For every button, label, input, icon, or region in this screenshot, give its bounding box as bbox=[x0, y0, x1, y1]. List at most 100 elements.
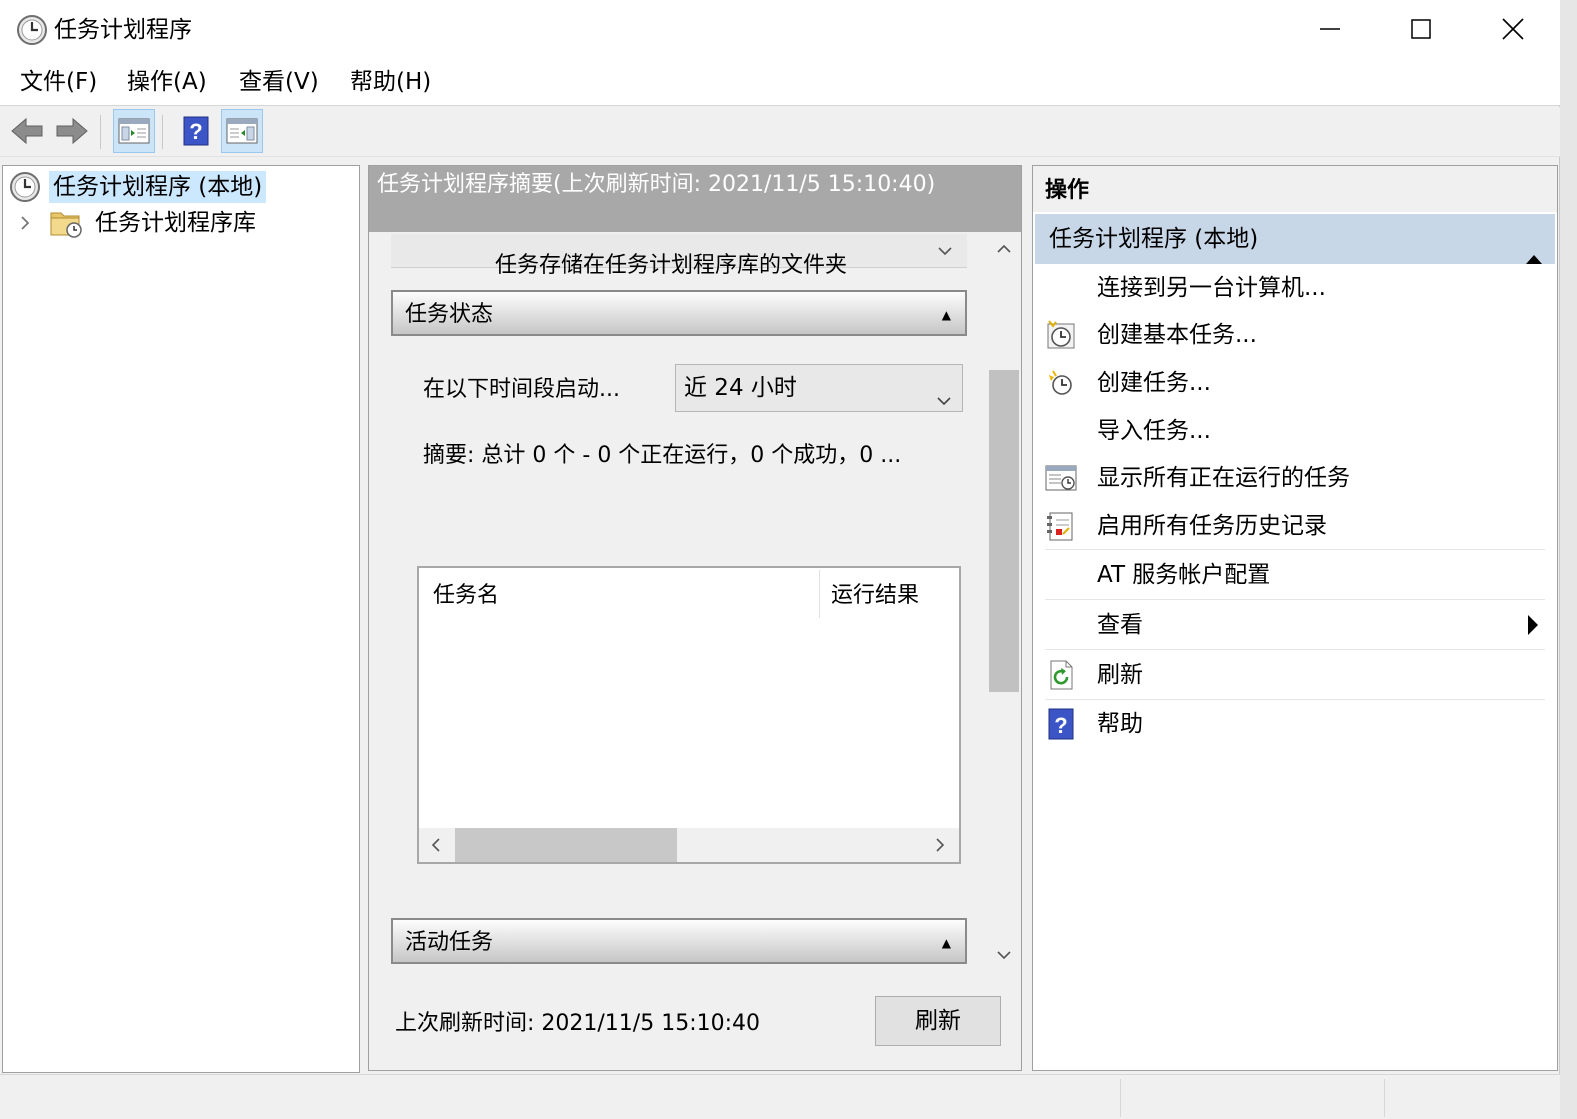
background-window-edge bbox=[1560, 0, 1577, 1119]
action-label: 刷新 bbox=[1097, 662, 1143, 688]
toolbar-separator bbox=[100, 115, 101, 149]
actions-group-label: 任务计划程序 (本地) bbox=[1049, 226, 1259, 252]
tree-item-library[interactable]: 任务计划程序库 bbox=[19, 205, 260, 241]
status-divider bbox=[1384, 1079, 1385, 1117]
task-status-header[interactable]: 任务状态 ▲ bbox=[391, 290, 967, 336]
menu-view[interactable]: 查看(V) bbox=[233, 66, 325, 98]
actions-group-header[interactable]: 任务计划程序 (本地) bbox=[1035, 214, 1555, 264]
svg-text:?: ? bbox=[189, 119, 202, 144]
column-header-run-result[interactable]: 运行结果 bbox=[831, 578, 919, 614]
create-basic-task-icon bbox=[1045, 319, 1077, 351]
action-create-task[interactable]: 创建任务... bbox=[1033, 359, 1557, 407]
section-title: 任务状态 bbox=[405, 302, 494, 327]
chevron-down-icon bbox=[936, 377, 952, 423]
section-title: 活动任务 bbox=[405, 930, 494, 955]
minimize-button[interactable] bbox=[1284, 0, 1376, 58]
close-button[interactable] bbox=[1467, 0, 1559, 58]
action-separator bbox=[1045, 599, 1545, 600]
help-icon: ? bbox=[1045, 708, 1077, 740]
help-button[interactable]: ? bbox=[175, 109, 217, 153]
action-enable-history[interactable]: 启用所有任务历史记录 bbox=[1033, 502, 1557, 550]
back-arrow-icon bbox=[11, 117, 43, 145]
show-hide-console-tree-button[interactable] bbox=[113, 109, 155, 153]
vertical-scrollbar[interactable] bbox=[989, 234, 1019, 974]
help-icon: ? bbox=[183, 116, 209, 146]
console-tree: 任务计划程序 (本地) 任务计划程序库 bbox=[2, 165, 360, 1073]
period-value: 近 24 小时 bbox=[684, 375, 797, 401]
chevron-down-icon[interactable] bbox=[937, 242, 953, 261]
horizontal-scroll-thumb[interactable] bbox=[455, 828, 677, 862]
action-help[interactable]: ? 帮助 bbox=[1033, 700, 1557, 748]
action-refresh[interactable]: 刷新 bbox=[1033, 651, 1557, 699]
menu-bar: 文件(F) 操作(A) 查看(V) 帮助(H) bbox=[0, 58, 1560, 106]
maximize-icon bbox=[1411, 19, 1431, 39]
action-label: 帮助 bbox=[1097, 711, 1143, 737]
tree-item-label: 任务计划程序 (本地) bbox=[49, 171, 267, 203]
action-label: 创建任务... bbox=[1097, 370, 1211, 396]
back-button[interactable] bbox=[6, 109, 48, 153]
menu-help[interactable]: 帮助(H) bbox=[344, 66, 437, 98]
horizontal-scrollbar[interactable] bbox=[419, 828, 959, 862]
summary-scroll-area: 任务存储在任务计划程序库的文件夹 任务状态 ▲ 在以下时间段启动... 近 24… bbox=[391, 234, 967, 974]
actions-pane: 操作 任务计划程序 (本地) 连接到另一台计算机... 创建基本任务... 创建… bbox=[1032, 165, 1558, 1071]
period-dropdown[interactable]: 近 24 小时 bbox=[675, 364, 963, 412]
action-at-service-account[interactable]: AT 服务帐户配置 bbox=[1033, 551, 1557, 599]
action-show-running-tasks[interactable]: 显示所有正在运行的任务 bbox=[1033, 454, 1557, 502]
scroll-left-icon[interactable] bbox=[419, 828, 453, 862]
collapse-caret-icon[interactable]: ▲ bbox=[942, 292, 951, 338]
refresh-icon bbox=[1045, 659, 1077, 691]
action-label: AT 服务帐户配置 bbox=[1097, 562, 1271, 588]
tree-item-label: 任务计划程序库 bbox=[95, 210, 256, 236]
action-label: 查看 bbox=[1097, 612, 1143, 638]
toolbar: ? bbox=[0, 107, 1560, 157]
task-status-body: 在以下时间段启动... 近 24 小时 摘要: 总计 0 个 - 0 个正在运行… bbox=[391, 336, 967, 898]
scroll-right-icon[interactable] bbox=[923, 828, 957, 862]
submenu-arrow-icon bbox=[1527, 614, 1539, 640]
status-summary: 摘要: 总计 0 个 - 0 个正在运行，0 个成功，0 ... bbox=[423, 443, 902, 468]
tree-item-root[interactable]: 任务计划程序 (本地) bbox=[9, 169, 267, 205]
menu-file[interactable]: 文件(F) bbox=[14, 66, 103, 98]
period-label: 在以下时间段启动... bbox=[423, 377, 620, 402]
overview-text: 任务存储在任务计划程序库的文件夹 bbox=[495, 253, 848, 278]
action-view[interactable]: 查看 bbox=[1033, 601, 1557, 649]
column-header-task-name[interactable]: 任务名 bbox=[433, 578, 499, 614]
action-label: 连接到另一台计算机... bbox=[1097, 275, 1326, 301]
action-label: 启用所有任务历史记录 bbox=[1097, 513, 1327, 539]
actions-title: 操作 bbox=[1033, 166, 1557, 212]
action-label: 导入任务... bbox=[1097, 418, 1211, 444]
create-task-icon bbox=[1045, 367, 1077, 399]
refresh-button[interactable]: 刷新 bbox=[875, 996, 1001, 1046]
summary-footer: 上次刷新时间: 2021/11/5 15:10:40 刷新 bbox=[369, 978, 1021, 1070]
menu-action[interactable]: 操作(A) bbox=[121, 66, 213, 98]
active-tasks-header[interactable]: 活动任务 ▲ bbox=[391, 918, 967, 964]
summary-header: 任务计划程序摘要(上次刷新时间: 2021/11/5 15:10:40) bbox=[369, 166, 1021, 232]
action-import-task[interactable]: 导入任务... bbox=[1033, 407, 1557, 455]
vertical-scroll-thumb[interactable] bbox=[989, 370, 1019, 692]
show-hide-action-pane-button[interactable] bbox=[221, 109, 263, 153]
clock-icon bbox=[16, 14, 48, 46]
action-create-basic-task[interactable]: 创建基本任务... bbox=[1033, 311, 1557, 359]
overview-section: 任务存储在任务计划程序库的文件夹 bbox=[391, 234, 967, 278]
minimize-icon bbox=[1320, 28, 1340, 30]
column-divider[interactable] bbox=[819, 570, 820, 618]
scroll-down-icon[interactable] bbox=[989, 940, 1019, 970]
action-label: 创建基本任务... bbox=[1097, 322, 1257, 348]
svg-text:?: ? bbox=[1054, 713, 1067, 738]
toolbar-separator bbox=[162, 115, 163, 149]
show-hide-console-tree-icon bbox=[118, 118, 150, 144]
maximize-button[interactable] bbox=[1375, 0, 1467, 58]
summary-pane: 任务计划程序摘要(上次刷新时间: 2021/11/5 15:10:40) 任务存… bbox=[368, 165, 1022, 1071]
clock-icon bbox=[9, 171, 43, 203]
running-tasks-icon bbox=[1045, 462, 1077, 494]
action-connect-computer[interactable]: 连接到另一台计算机... bbox=[1033, 264, 1557, 312]
last-refresh-text: 上次刷新时间: 2021/11/5 15:10:40 bbox=[395, 1011, 761, 1036]
folder-clock-icon bbox=[49, 207, 89, 239]
collapse-caret-icon[interactable]: ▲ bbox=[942, 920, 951, 966]
scroll-up-icon[interactable] bbox=[989, 234, 1019, 264]
close-icon bbox=[1502, 18, 1524, 40]
window-title: 任务计划程序 bbox=[54, 17, 192, 43]
forward-button[interactable] bbox=[51, 109, 93, 153]
chevron-right-icon[interactable] bbox=[19, 215, 43, 231]
action-separator bbox=[1045, 549, 1545, 550]
status-divider bbox=[1120, 1079, 1121, 1117]
